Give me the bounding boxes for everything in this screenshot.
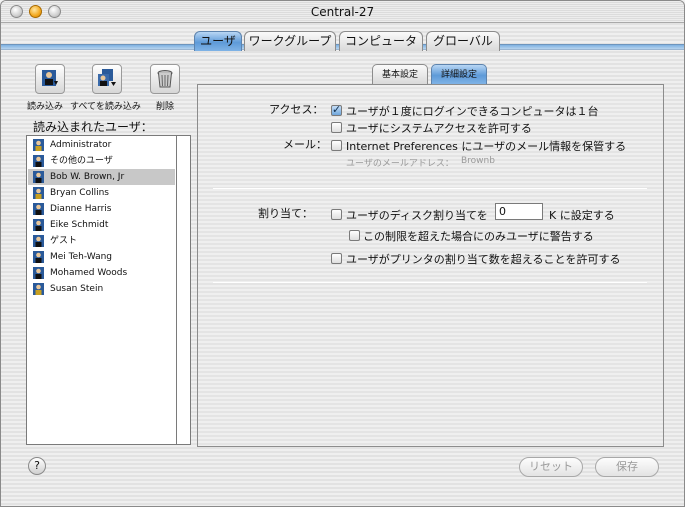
window: Central-27 ユーザ ワークグループ コンピュータ グローバル 読み込み…	[0, 0, 685, 507]
warn-only-checkbox[interactable]	[349, 230, 360, 241]
mail-address-value: Brownb	[461, 156, 495, 166]
warn-only-label: この制限を超えた場合にのみユーザに警告する	[363, 230, 594, 243]
tab-advanced-settings[interactable]: 詳細設定	[431, 64, 487, 84]
tab-global[interactable]: グローバル	[426, 31, 500, 51]
help-button[interactable]: ?	[28, 457, 46, 475]
loaded-users-label: 読み込まれたユーザ：	[33, 120, 153, 134]
title-bar: Central-27	[1, 1, 684, 23]
load-all-caption: すべてを読み込み	[70, 102, 141, 112]
load-all-button[interactable]	[92, 64, 122, 94]
disk-quota-unit-label: K に設定する	[549, 209, 615, 222]
user-icon	[33, 267, 44, 279]
divider	[213, 188, 647, 189]
single-login-checkbox[interactable]	[331, 103, 342, 116]
list-item[interactable]: Susan Stein	[28, 281, 175, 297]
mail-address-label: ユーザのメールアドレス：	[346, 159, 454, 169]
list-item[interactable]: その他のユーザ	[28, 153, 175, 169]
admin-user-icon	[33, 139, 44, 151]
single-login-label: ユーザが１度にログインできるコンピュータは１台	[346, 105, 599, 118]
admin-user-icon	[33, 283, 44, 295]
list-item[interactable]: Mei Teh-Wang	[28, 249, 175, 265]
user-icon	[33, 219, 44, 231]
mail-label: メール：	[283, 138, 327, 151]
list-item[interactable]: Bryan Collins	[28, 185, 175, 201]
load-all-users-icon	[98, 69, 116, 86]
system-access-checkbox[interactable]	[331, 122, 342, 133]
list-item[interactable]: ゲスト	[28, 233, 175, 249]
save-button[interactable]: 保存	[595, 457, 659, 477]
load-caption: 読み込み	[27, 102, 64, 112]
access-label: アクセス：	[269, 103, 324, 116]
user-list-scrollbar[interactable]	[176, 136, 190, 444]
list-item-selected[interactable]: Bob W. Brown, Jr	[28, 169, 175, 185]
tab-computers[interactable]: コンピュータ	[339, 31, 423, 51]
disk-quota-label: ユーザのディスク割り当てを	[346, 209, 488, 222]
tab-basic-settings[interactable]: 基本設定	[372, 64, 428, 84]
window-title: Central-27	[310, 5, 375, 19]
trash-icon	[157, 70, 173, 88]
list-item[interactable]: Administrator	[28, 137, 175, 153]
printer-quota-checkbox[interactable]	[331, 253, 342, 264]
user-icon	[33, 251, 44, 263]
printer-quota-label: ユーザがプリンタの割り当て数を超えることを許可する	[346, 253, 621, 266]
admin-user-icon	[33, 187, 44, 199]
revert-button[interactable]: リセット	[519, 457, 583, 477]
user-icon	[33, 171, 44, 183]
load-user-icon	[42, 70, 58, 86]
system-access-label: ユーザにシステムアクセスを許可する	[346, 122, 532, 135]
tab-users[interactable]: ユーザ	[194, 31, 242, 51]
divider	[213, 282, 647, 283]
load-button[interactable]	[35, 64, 65, 94]
mail-prefs-label: Internet Preferences にユーザのメール情報を保管する	[346, 140, 627, 153]
user-list[interactable]: Administrator その他のユーザ Bob W. Brown, Jr B…	[26, 135, 191, 445]
tab-workgroups[interactable]: ワークグループ	[244, 31, 336, 51]
list-item[interactable]: Dianne Harris	[28, 201, 175, 217]
disk-quota-checkbox[interactable]	[331, 209, 342, 220]
list-item[interactable]: Eike Schmidt	[28, 217, 175, 233]
user-icon	[33, 203, 44, 215]
disk-quota-input[interactable]: 0	[495, 203, 543, 220]
list-item[interactable]: Mohamed Woods	[28, 265, 175, 281]
delete-caption: 削除	[156, 102, 175, 112]
mail-prefs-checkbox[interactable]	[331, 140, 342, 151]
delete-button[interactable]	[150, 64, 180, 94]
user-icon	[33, 155, 44, 167]
user-icon	[33, 235, 44, 247]
quota-label: 割り当て：	[258, 207, 313, 220]
